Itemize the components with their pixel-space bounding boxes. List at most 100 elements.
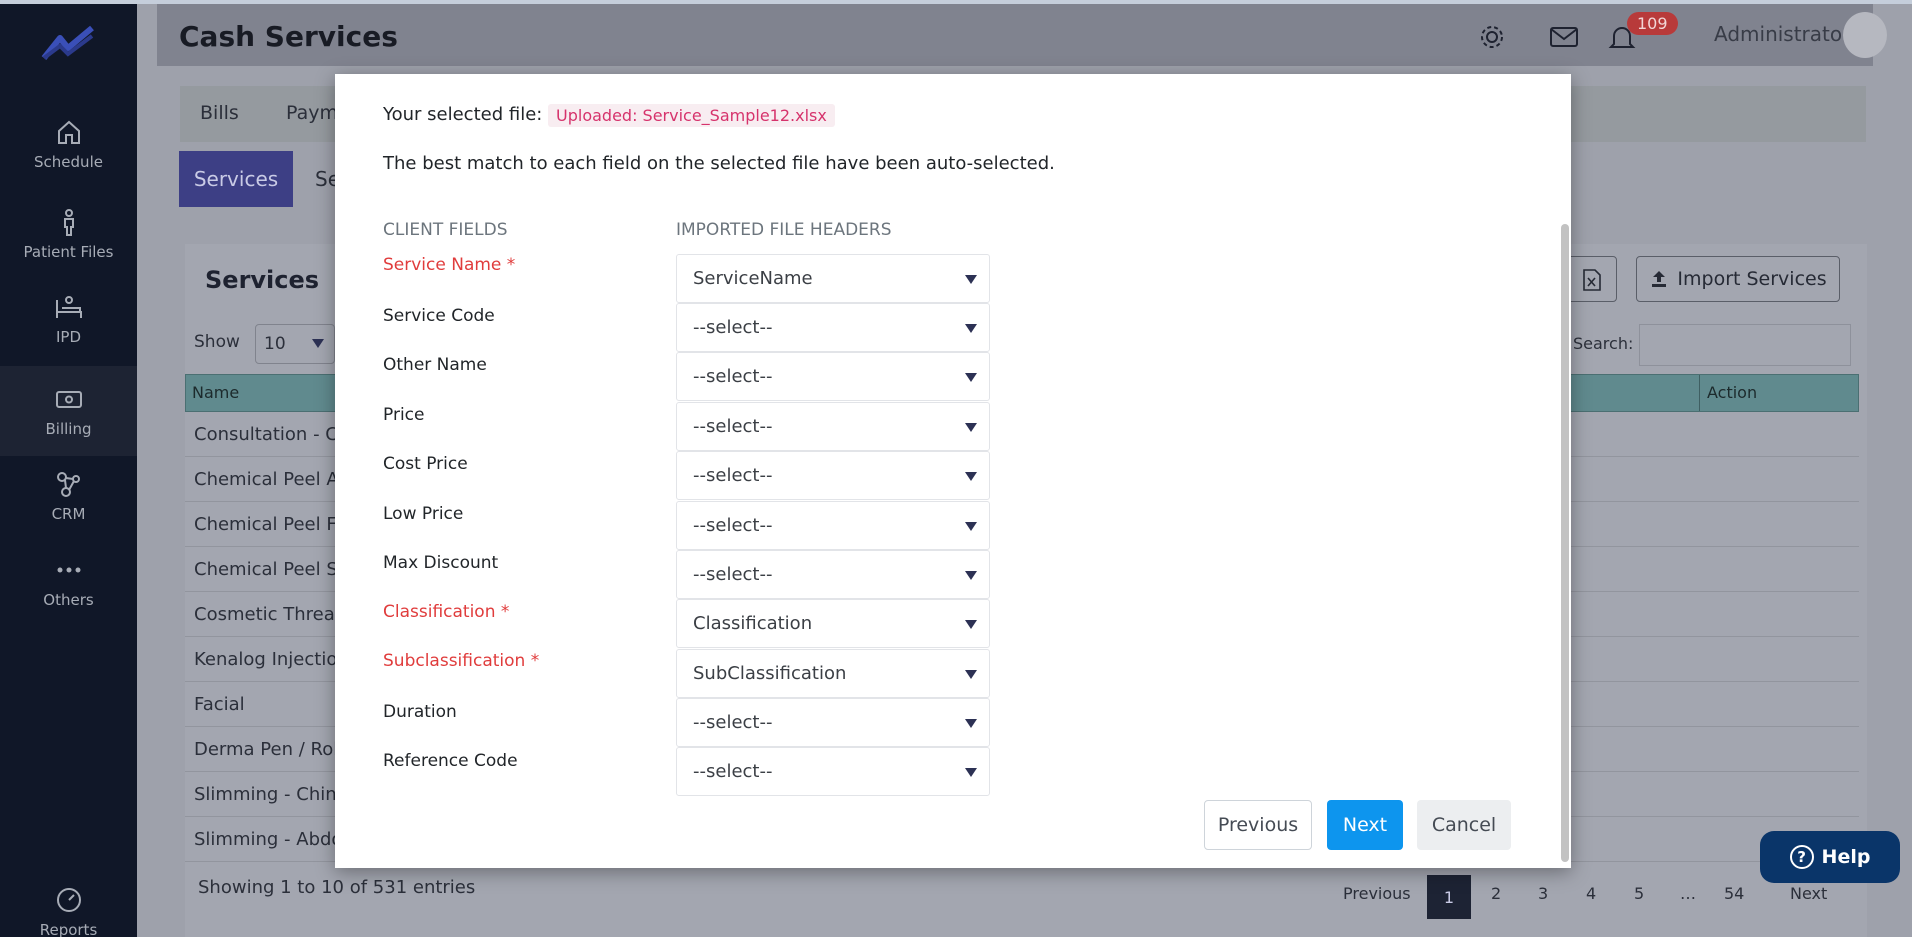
mapping-select-duration[interactable]: --select-- (676, 698, 990, 747)
pagination-page[interactable]: 3 (1538, 884, 1548, 903)
help-label: Help (1821, 846, 1871, 868)
card-title: Services (205, 266, 320, 294)
sidebar-item-schedule[interactable]: Schedule (0, 99, 137, 189)
selected-file-label: Your selected file: : (383, 104, 555, 125)
mapping-select-service-name[interactable]: ServiceName (676, 254, 990, 303)
file-headers-header: IMPORTED FILE HEADERS (676, 220, 892, 240)
selected-file-chip: Uploaded: Service_Sample12.xlsx (548, 104, 835, 127)
caret-down-icon (965, 670, 977, 679)
caret-down-icon (965, 571, 977, 580)
entries-info: Showing 1 to 10 of 531 entries (198, 877, 476, 898)
field-label-duration: Duration (383, 702, 457, 722)
question-icon: ? (1789, 845, 1814, 869)
user-name[interactable]: Administrator (1714, 22, 1850, 46)
field-label-classification: Classification * (383, 602, 510, 622)
column-header-action: Action (1707, 383, 1758, 402)
import-mapping-modal: Your selected file: : Uploaded: Service_… (335, 74, 1571, 868)
show-entries-select[interactable]: 10 (255, 324, 335, 364)
network-icon (56, 472, 80, 497)
field-label-price: Price (383, 405, 425, 425)
field-label-other-name: Other Name (383, 355, 487, 375)
top-header: Cash Services 109 Administrator (157, 4, 1887, 66)
next-button[interactable]: Next (1327, 800, 1403, 850)
pagination-page-active[interactable]: 1 (1427, 875, 1471, 919)
export-excel-button[interactable] (1565, 256, 1617, 302)
search-input[interactable] (1639, 324, 1851, 366)
pagination-page[interactable]: 2 (1491, 884, 1501, 903)
row-name: Chemical Peel Fa (194, 514, 347, 535)
caret-down-icon (965, 620, 977, 629)
caret-down-icon (965, 522, 977, 531)
person-icon (63, 209, 74, 236)
mapping-select-price[interactable]: --select-- (676, 402, 990, 451)
pagination-page[interactable]: 54 (1724, 884, 1744, 903)
pagination-ellipsis: … (1680, 884, 1696, 903)
page-title: Cash Services (179, 20, 398, 53)
caret-down-icon (312, 339, 324, 348)
sidebar-item-crm[interactable]: CRM (0, 451, 137, 541)
column-header-name[interactable]: Name (192, 383, 239, 402)
subnav-item-bills[interactable]: Bills (200, 102, 239, 124)
tab-services[interactable]: Services (179, 151, 293, 207)
pagination-page[interactable]: 5 (1634, 884, 1644, 903)
caret-down-icon (965, 324, 977, 333)
mapping-select-service-code[interactable]: --select-- (676, 303, 990, 352)
sidebar-item-reports[interactable]: Reports (0, 867, 137, 937)
sidebar-item-label: Others (43, 591, 94, 609)
sidebar-item-ipd[interactable]: IPD (0, 274, 137, 364)
mapping-select-value: --select-- (693, 761, 773, 782)
show-entries-value: 10 (264, 334, 286, 354)
mapping-select-low-price[interactable]: --select-- (676, 501, 990, 550)
notification-badge: 109 (1627, 12, 1678, 35)
gauge-icon (56, 888, 81, 912)
mapping-select-other-name[interactable]: --select-- (676, 352, 990, 401)
pagination-next[interactable]: Next (1790, 884, 1827, 903)
mapping-select-value: --select-- (693, 564, 773, 585)
mapping-select-value: SubClassification (693, 663, 847, 684)
cancel-button[interactable]: Cancel (1417, 800, 1511, 850)
excel-file-icon (1583, 269, 1601, 291)
sidebar: Schedule Patient Files IPD Billing CRM O… (0, 4, 137, 937)
previous-button[interactable]: Previous (1204, 800, 1312, 850)
pagination-previous[interactable]: Previous (1343, 884, 1411, 903)
sidebar-item-label: Reports (39, 921, 98, 937)
mapping-select-value: --select-- (693, 317, 773, 338)
row-name: Slimming - Chin (194, 784, 337, 805)
mapping-select-reference-code[interactable]: --select-- (676, 747, 990, 796)
pagination-page[interactable]: 4 (1586, 884, 1596, 903)
help-button[interactable]: ? Help (1760, 831, 1900, 883)
sidebar-item-label: Patient Files (23, 243, 114, 261)
caret-down-icon (965, 373, 977, 382)
column-divider (1699, 375, 1700, 411)
automatch-note: The best match to each field on the sele… (383, 153, 1055, 174)
field-label-subclassification: Subclassification * (383, 651, 540, 671)
modal-scrollbar[interactable] (1561, 224, 1569, 862)
mapping-select-max-discount[interactable]: --select-- (676, 550, 990, 599)
home-icon (57, 120, 80, 144)
caret-down-icon (965, 275, 977, 284)
caret-down-icon (965, 423, 977, 432)
caret-down-icon (965, 472, 977, 481)
mapping-select-subclassification[interactable]: SubClassification (676, 649, 990, 698)
sidebar-item-label: IPD (55, 328, 82, 346)
mapping-select-value: --select-- (693, 515, 773, 536)
mapping-select-value: ServiceName (693, 268, 813, 289)
sidebar-item-others[interactable]: Others (0, 537, 137, 627)
avatar[interactable] (1843, 12, 1887, 58)
row-name: Facial (194, 694, 245, 715)
sidebar-item-billing[interactable]: Billing (0, 366, 137, 456)
mapping-select-classification[interactable]: Classification (676, 599, 990, 648)
field-label-service-name: Service Name * (383, 255, 516, 275)
search-label: Search: (1573, 334, 1634, 353)
row-name: Derma Pen / Rol (194, 739, 339, 760)
row-name: Kenalog Injection (194, 649, 349, 670)
import-services-button[interactable]: Import Services (1636, 256, 1840, 302)
mapping-select-cost-price[interactable]: --select-- (676, 451, 990, 500)
mapping-select-value: --select-- (693, 416, 773, 437)
sidebar-item-label: Schedule (34, 153, 103, 171)
app-logo[interactable] (40, 24, 98, 64)
sidebar-item-patient-files[interactable]: Patient Files (0, 189, 137, 279)
gear-icon[interactable] (1477, 22, 1507, 52)
bed-icon (55, 296, 82, 318)
mail-icon[interactable] (1549, 22, 1579, 52)
